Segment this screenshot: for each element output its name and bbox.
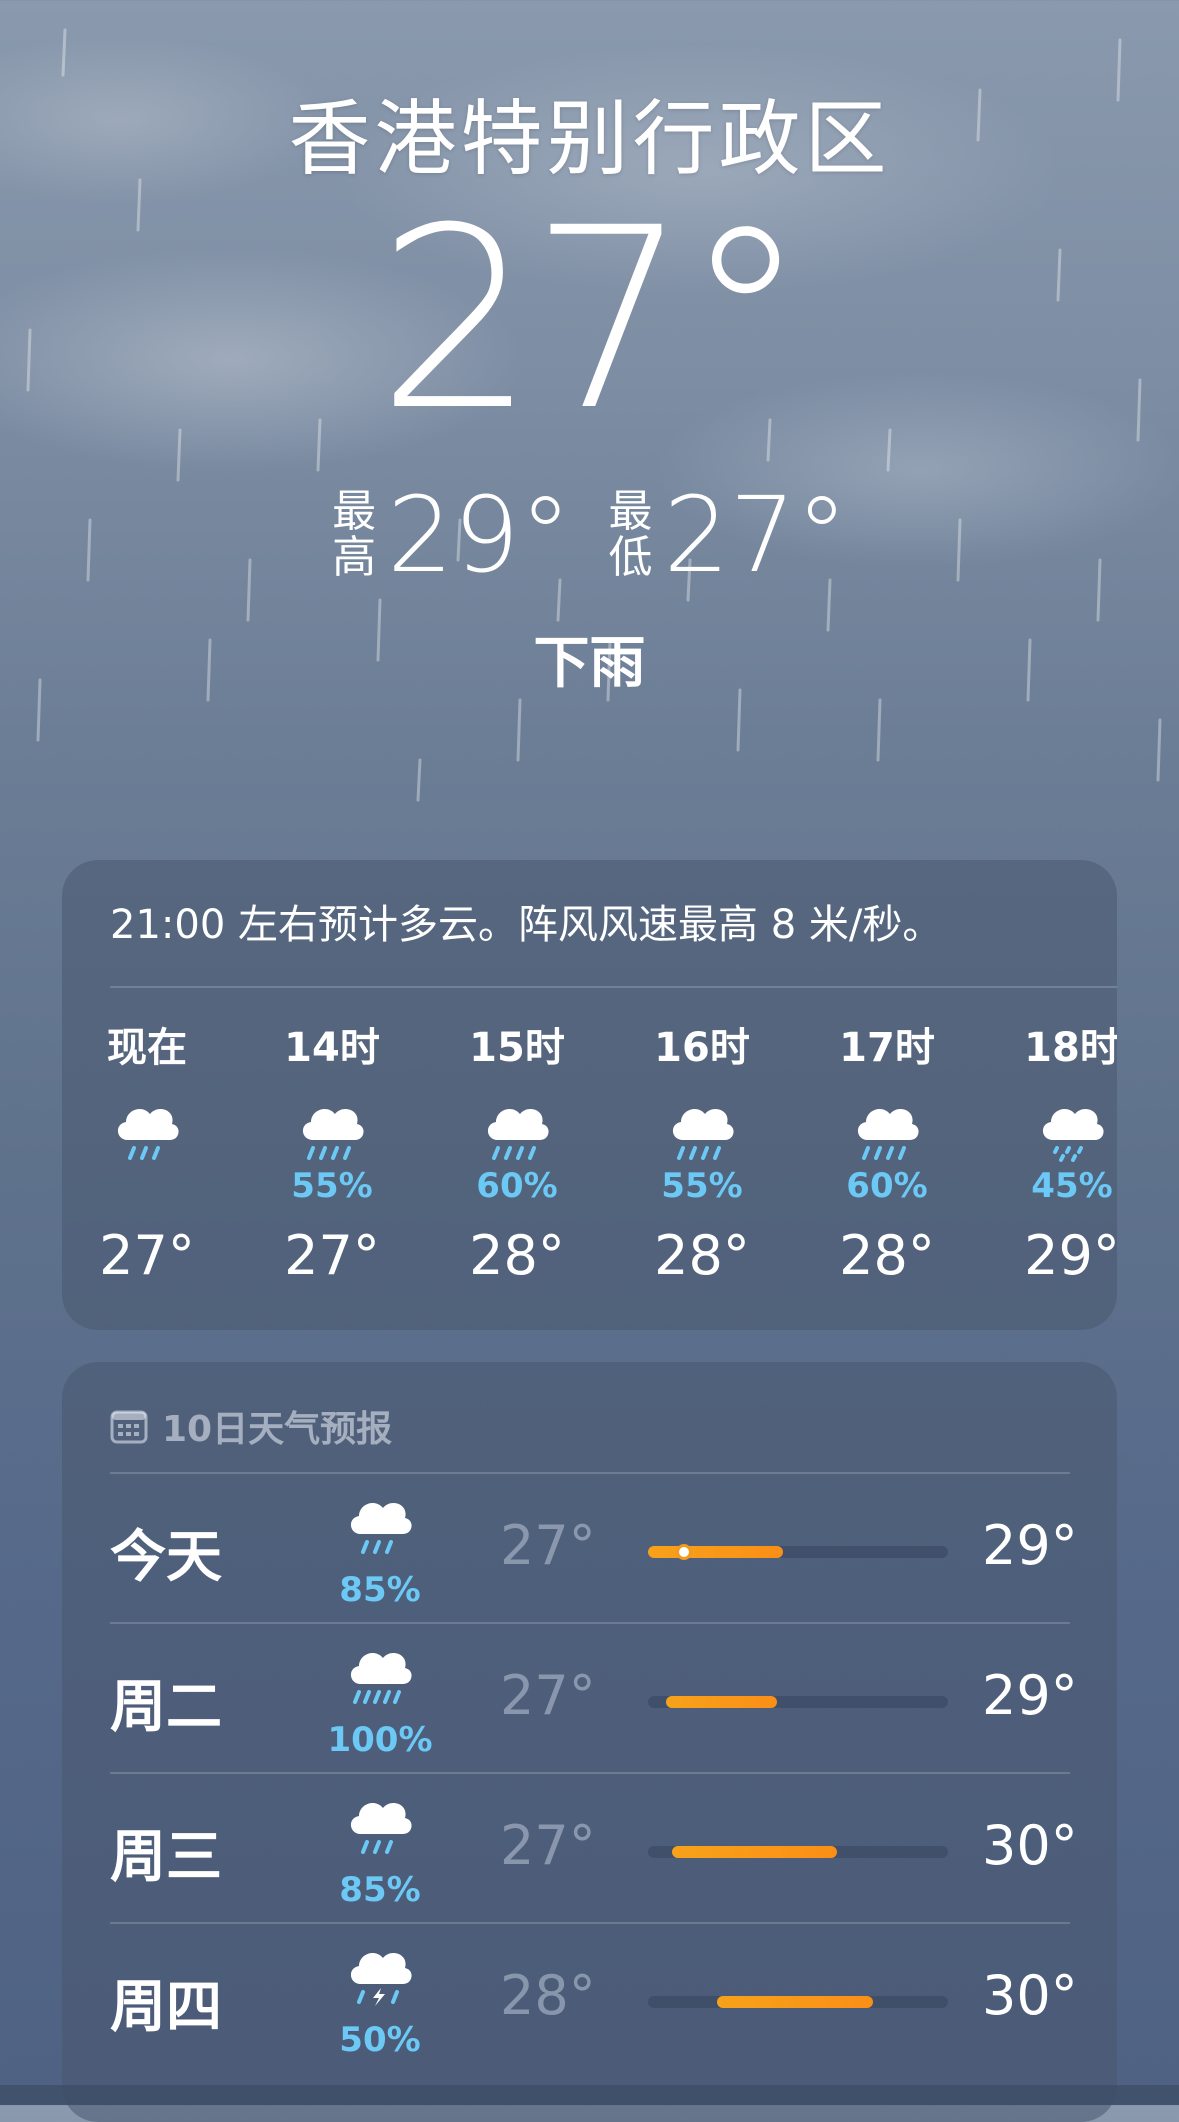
hour-item: 17时 60% 28° bbox=[802, 1020, 972, 1296]
cloud-rain-icon bbox=[330, 1492, 430, 1562]
daily-forecast-card[interactable]: 10日天气预报 今天 85% 27° 29° 周二 100% 27° 29° 周… bbox=[62, 1362, 1117, 2122]
hourly-scroll[interactable]: 现在 27° 14时 55% 27° 15时 60% 28° 16时 55% 2… bbox=[62, 1020, 1117, 1320]
low-label: 最低 bbox=[608, 486, 653, 583]
precip-probability: 55% bbox=[291, 1166, 373, 1206]
day-high-temp: 30° bbox=[982, 1964, 1078, 2027]
cloud-bolt-rain-icon bbox=[330, 1942, 430, 2012]
hour-item: 15时 60% 28° bbox=[432, 1020, 602, 1296]
weather-condition: 下雨 bbox=[533, 631, 646, 696]
day-row-1[interactable]: 周二 100% 27° 29° bbox=[110, 1622, 1078, 1774]
hour-item: 18时 45% 29° bbox=[987, 1020, 1117, 1296]
temp-range-bar bbox=[648, 1696, 948, 1708]
low-temp: 27° bbox=[663, 474, 848, 596]
precip-probability: 100% bbox=[327, 1720, 433, 1760]
hour-item: 14时 55% 27° bbox=[247, 1020, 417, 1296]
day-high-temp: 29° bbox=[982, 1664, 1078, 1727]
bottom-bar bbox=[0, 2085, 1179, 2105]
high-temp: 29° bbox=[387, 474, 572, 596]
precip-probability: 50% bbox=[339, 2020, 421, 2060]
day-low-temp: 27° bbox=[500, 1514, 596, 1577]
hour-temp: 28° bbox=[839, 1224, 935, 1287]
day-row-0[interactable]: 今天 85% 27° 29° bbox=[110, 1472, 1078, 1624]
high-low-temps: 最高 29° 最低 27° bbox=[0, 480, 1179, 590]
hour-label: 18时 bbox=[1024, 1025, 1117, 1071]
current-temp-marker bbox=[676, 1544, 692, 1560]
daily-forecast-header: 10日天气预报 bbox=[110, 1400, 392, 1452]
calendar-icon bbox=[110, 1410, 148, 1444]
hour-temp: 28° bbox=[469, 1224, 565, 1287]
day-high-temp: 30° bbox=[982, 1814, 1078, 1877]
day-row-3[interactable]: 周四 50% 28° 30° bbox=[110, 1922, 1078, 2074]
day-low-temp: 27° bbox=[500, 1664, 596, 1727]
cloud-drizzle-icon bbox=[987, 1090, 1117, 1164]
day-high-temp: 29° bbox=[982, 1514, 1078, 1577]
precip-probability: 60% bbox=[476, 1166, 558, 1206]
divider bbox=[110, 986, 1117, 988]
temp-range-fill bbox=[717, 1996, 873, 2008]
precip-probability bbox=[62, 1164, 232, 1208]
cloud-rain-icon bbox=[617, 1090, 787, 1164]
hour-temp: 28° bbox=[654, 1224, 750, 1287]
cloud-rain-icon bbox=[247, 1090, 417, 1164]
precip-probability: 60% bbox=[846, 1166, 928, 1206]
daily-header-label: 10日天气预报 bbox=[162, 1409, 393, 1450]
hourly-forecast-card[interactable]: 21:00 左右预计多云。阵风风速最高 8 米/秒。 现在 27° 14时 55… bbox=[62, 860, 1117, 1330]
hour-label: 14时 bbox=[284, 1025, 380, 1071]
precip-probability: 85% bbox=[339, 1870, 421, 1910]
day-name: 周三 bbox=[110, 1825, 222, 1890]
hour-label: 16时 bbox=[654, 1025, 750, 1071]
temp-range-bar bbox=[648, 1846, 948, 1858]
day-low-temp: 27° bbox=[500, 1814, 596, 1877]
hour-label: 现在 bbox=[107, 1025, 187, 1071]
cloud-rain-icon bbox=[802, 1090, 972, 1164]
day-name: 今天 bbox=[110, 1525, 222, 1590]
low-temp-group: 最低 27° bbox=[608, 480, 848, 590]
hour-temp: 27° bbox=[99, 1224, 195, 1287]
day-row-2[interactable]: 周三 85% 27° 30° bbox=[110, 1772, 1078, 1924]
hour-label: 15时 bbox=[469, 1025, 565, 1071]
temp-range-bar bbox=[648, 1996, 948, 2008]
forecast-summary: 21:00 左右预计多云。阵风风速最高 8 米/秒。 bbox=[110, 902, 943, 948]
hour-item: 现在 27° bbox=[62, 1020, 232, 1296]
day-name: 周四 bbox=[110, 1975, 222, 2040]
hour-item: 16时 55% 28° bbox=[617, 1020, 787, 1296]
cloud-rain-icon bbox=[62, 1090, 232, 1164]
cloud-rain-icon bbox=[432, 1090, 602, 1164]
hour-temp: 29° bbox=[1024, 1224, 1117, 1287]
day-low-temp: 28° bbox=[500, 1964, 596, 2027]
temp-range-fill bbox=[666, 1696, 777, 1708]
high-temp-group: 最高 29° bbox=[331, 480, 571, 590]
current-temperature: 27° bbox=[376, 174, 808, 465]
hour-temp: 27° bbox=[284, 1224, 380, 1287]
temp-range-fill bbox=[672, 1846, 837, 1858]
precip-probability: 45% bbox=[1031, 1166, 1113, 1206]
day-name: 周二 bbox=[110, 1675, 222, 1740]
precip-probability: 85% bbox=[339, 1570, 421, 1610]
temp-range-fill bbox=[648, 1546, 783, 1558]
high-label: 最高 bbox=[332, 486, 377, 583]
cloud-rain-icon bbox=[330, 1792, 430, 1862]
cloud-heavy-rain-icon bbox=[330, 1642, 430, 1712]
temp-range-bar bbox=[648, 1544, 948, 1560]
precip-probability: 55% bbox=[661, 1166, 743, 1206]
hour-label: 17时 bbox=[839, 1025, 935, 1071]
